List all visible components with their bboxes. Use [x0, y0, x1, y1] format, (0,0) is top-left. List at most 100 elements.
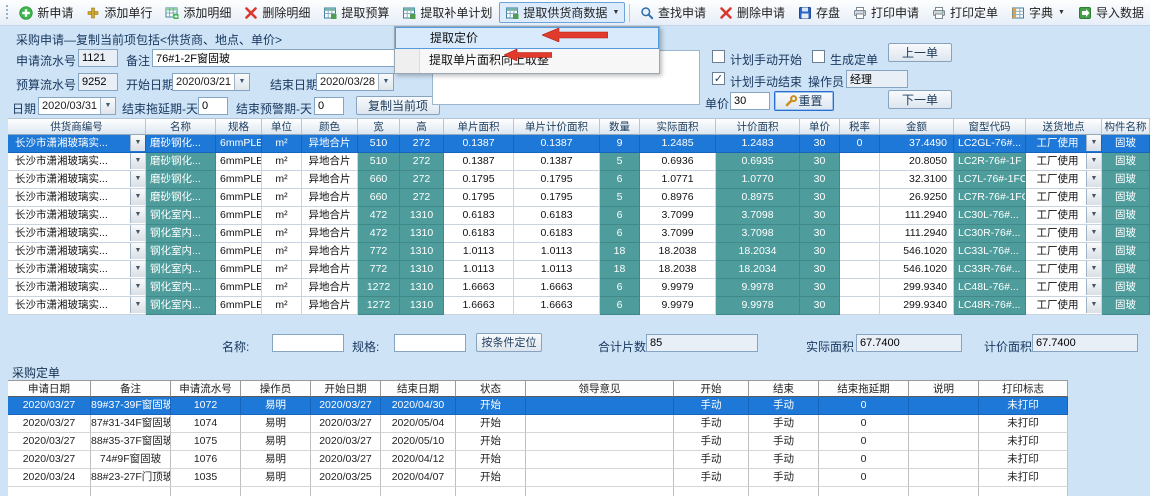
detail-cell[interactable]: 472 — [358, 225, 400, 243]
detail-cell[interactable]: 固玻 — [1102, 153, 1150, 171]
order-cell[interactable]: 2020/04/07 — [381, 469, 456, 487]
order-cell[interactable]: 手动 — [674, 451, 749, 469]
detail-cell[interactable]: 1.0113 — [514, 261, 600, 279]
detail-cell[interactable]: 0.6183 — [444, 207, 514, 225]
manual-end-checkbox[interactable]: ✓ — [712, 72, 725, 85]
detail-cell[interactable]: 固玻 — [1102, 297, 1150, 315]
detail-cell[interactable]: 异地合片 — [302, 207, 358, 225]
detail-cell[interactable]: LC30L-76#... — [954, 207, 1026, 225]
detail-row[interactable]: 长沙市潇湘玻璃实...▼磨砂钢化...6mmPLE...m²异地合片510272… — [8, 153, 1150, 171]
chevron-down-icon[interactable]: ▼ — [1086, 297, 1101, 313]
detail-cell[interactable] — [840, 279, 880, 297]
detail-cell[interactable]: 299.9340 — [880, 279, 954, 297]
detail-cell[interactable]: 1.0113 — [444, 261, 514, 279]
order-cell[interactable] — [909, 397, 979, 415]
order-cell[interactable]: 2020/03/27 — [8, 451, 91, 469]
detail-cell[interactable]: 546.1020 — [880, 243, 954, 261]
order-cell[interactable]: 手动 — [749, 469, 819, 487]
orders-column-header[interactable]: 状态 — [456, 380, 526, 397]
detail-cell[interactable]: 6 — [600, 171, 640, 189]
detail-cell[interactable]: 异地合片 — [302, 261, 358, 279]
order-cell[interactable]: 手动 — [674, 397, 749, 415]
detail-cell[interactable]: m² — [262, 135, 302, 153]
warn-field[interactable] — [314, 97, 344, 115]
toolbar-button-print-order[interactable]: 打印定单 — [926, 2, 1004, 23]
detail-cell[interactable]: m² — [262, 225, 302, 243]
detail-cell[interactable]: LC7R-76#-1FO — [954, 189, 1026, 207]
detail-cell[interactable]: 0.1387 — [514, 135, 600, 153]
toolbar-button-add-row[interactable]: 添加单行 — [80, 2, 158, 23]
detail-cell[interactable]: 异地合片 — [302, 297, 358, 315]
detail-cell[interactable]: 0.6183 — [514, 225, 600, 243]
detail-cell[interactable]: 3.7099 — [640, 225, 716, 243]
filter-spec-input[interactable] — [394, 334, 466, 352]
detail-row[interactable]: 长沙市潇湘玻璃实...▼钢化室内...6mmPLE...m²异地合片472131… — [8, 207, 1150, 225]
detail-row[interactable]: 长沙市潇湘玻璃实...▼钢化室内...6mmPLE...m²异地合片127213… — [8, 279, 1150, 297]
order-cell[interactable]: 2020/03/27 — [8, 397, 91, 415]
detail-cell[interactable]: 1310 — [400, 261, 444, 279]
detail-cell[interactable]: 18.2034 — [716, 261, 800, 279]
order-cell[interactable]: 易明 — [241, 397, 311, 415]
detail-column-header[interactable]: 实际面积 — [640, 118, 716, 135]
order-cell[interactable]: 手动 — [749, 433, 819, 451]
detail-cell[interactable] — [840, 297, 880, 315]
detail-cell[interactable]: 固玻 — [1102, 171, 1150, 189]
order-cell[interactable]: 2020/03/27 — [311, 415, 381, 433]
detail-cell[interactable]: 0.1795 — [444, 189, 514, 207]
detail-cell[interactable]: 1.6663 — [444, 279, 514, 297]
order-cell[interactable]: 2020/03/27 — [311, 433, 381, 451]
detail-cell[interactable]: 0.6935 — [716, 153, 800, 171]
orders-column-header[interactable]: 说明 — [909, 380, 979, 397]
detail-cell[interactable]: 9.9979 — [640, 279, 716, 297]
orders-column-header[interactable]: 申请流水号 — [171, 380, 241, 397]
order-cell[interactable]: 手动 — [749, 397, 819, 415]
chevron-down-icon[interactable]: ▼ — [130, 243, 145, 259]
detail-cell[interactable]: 0.8975 — [716, 189, 800, 207]
detail-cell[interactable]: 0.1387 — [444, 135, 514, 153]
detail-cell[interactable]: 6 — [600, 279, 640, 297]
detail-cell[interactable]: 9.9978 — [716, 279, 800, 297]
detail-cell[interactable]: m² — [262, 171, 302, 189]
chevron-down-icon[interactable]: ▼ — [130, 225, 145, 241]
detail-cell[interactable]: 6mmPLE... — [216, 243, 262, 261]
detail-cell[interactable]: 111.2940 — [880, 207, 954, 225]
order-cell[interactable]: 2020/03/25 — [311, 469, 381, 487]
detail-cell[interactable] — [840, 243, 880, 261]
detail-cell[interactable]: 0 — [840, 135, 880, 153]
detail-column-header[interactable]: 金额 — [880, 118, 954, 135]
detail-cell[interactable]: 固玻 — [1102, 135, 1150, 153]
order-cell[interactable] — [526, 415, 674, 433]
order-cell[interactable]: 2020/03/27 — [8, 415, 91, 433]
toolbar-button-new-apply[interactable]: 新申请 — [13, 2, 79, 23]
next-order-button[interactable]: 下一单 — [888, 90, 952, 109]
toolbar-button-print-apply[interactable]: 打印申请 — [847, 2, 925, 23]
detail-cell[interactable]: 长沙市潇湘玻璃实...▼ — [8, 261, 146, 279]
detail-cell[interactable]: 固玻 — [1102, 243, 1150, 261]
detail-cell[interactable]: 长沙市潇湘玻璃实...▼ — [8, 189, 146, 207]
detail-cell[interactable] — [840, 207, 880, 225]
detail-cell[interactable]: 1.2483 — [716, 135, 800, 153]
actual-area-field[interactable] — [856, 334, 962, 352]
detail-cell[interactable]: 9 — [600, 135, 640, 153]
chevron-down-icon[interactable]: ▼ — [1086, 135, 1101, 151]
order-cell[interactable]: 开始 — [456, 451, 526, 469]
detail-row[interactable]: 长沙市潇湘玻璃实...▼钢化室内...6mmPLE...m²异地合片127213… — [8, 297, 1150, 315]
order-cell[interactable]: 88#35-37F窗固玻 — [91, 433, 171, 451]
orders-column-header[interactable]: 结束拖延期 — [819, 380, 909, 397]
priced-area-field[interactable] — [1032, 334, 1138, 352]
detail-cell[interactable]: 0.1795 — [444, 171, 514, 189]
detail-cell[interactable]: 6 — [600, 207, 640, 225]
detail-cell[interactable]: 1310 — [400, 207, 444, 225]
order-cell[interactable]: 0 — [819, 469, 909, 487]
detail-cell[interactable]: m² — [262, 153, 302, 171]
orders-column-header[interactable]: 结束 — [749, 380, 819, 397]
start-date-picker[interactable]: 2020/03/21 ▼ — [172, 73, 250, 91]
toolbar-button-extract-supplement-plan[interactable]: 提取补单计划 — [396, 2, 498, 23]
detail-cell[interactable]: 固玻 — [1102, 189, 1150, 207]
order-cell[interactable]: 1075 — [171, 433, 241, 451]
detail-cell[interactable]: 111.2940 — [880, 225, 954, 243]
detail-cell[interactable]: 钢化室内... — [146, 243, 216, 261]
detail-cell[interactable]: 3.7098 — [716, 225, 800, 243]
detail-cell[interactable]: m² — [262, 297, 302, 315]
detail-cell[interactable]: 磨砂钢化... — [146, 189, 216, 207]
